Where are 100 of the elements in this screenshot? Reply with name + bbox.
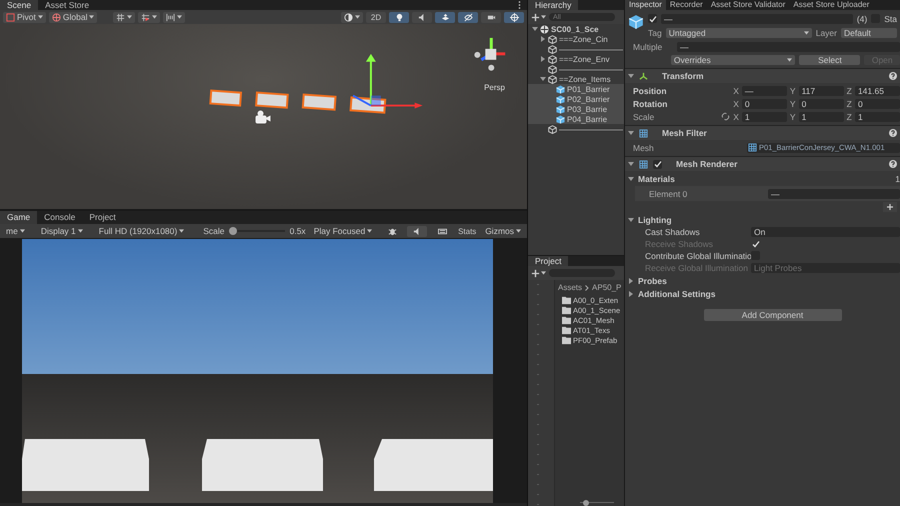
hierarchy-item[interactable]: ===Zone_Cin xyxy=(528,34,624,44)
foldout-arrow-icon[interactable] xyxy=(628,130,634,136)
foldout-arrow-icon[interactable] xyxy=(628,176,634,182)
add-dropdown[interactable] xyxy=(531,268,546,278)
resolution-dropdown[interactable]: Full HD (1920x1080) xyxy=(96,226,198,236)
foldout-arrow-icon[interactable] xyxy=(628,73,634,79)
hierarchy-item[interactable]: ———————— xyxy=(528,124,624,134)
value-field[interactable]: 0 xyxy=(798,98,844,108)
gizmos-toggle[interactable] xyxy=(504,12,524,22)
snap-increment-dropdown[interactable] xyxy=(138,12,160,22)
value-field[interactable]: 1 xyxy=(798,112,844,122)
value-dropdown[interactable]: On xyxy=(751,226,900,236)
lighting-toggle[interactable] xyxy=(389,12,409,22)
axis-gizmo-icon[interactable] xyxy=(474,38,506,71)
value-field[interactable]: 0 xyxy=(854,98,900,108)
global-dropdown[interactable]: Global xyxy=(48,12,98,22)
stats-button[interactable]: Stats xyxy=(457,226,478,236)
foldout-arrow-icon[interactable] xyxy=(628,278,634,284)
plus-icon xyxy=(531,268,540,278)
projection-label[interactable]: Persp xyxy=(484,83,505,92)
game-mode-dropdown[interactable]: me xyxy=(3,226,33,236)
align-dropdown[interactable] xyxy=(163,12,186,22)
value-field[interactable]: 0 xyxy=(742,98,787,108)
hierarchy-item[interactable]: P01_Barrier xyxy=(528,84,624,94)
game-tab[interactable]: Game xyxy=(0,211,38,224)
visibility-toggle[interactable] xyxy=(458,12,478,22)
display-dropdown[interactable]: Display 1 xyxy=(38,226,91,236)
hierarchy-item[interactable]: P03_Barrie xyxy=(528,104,624,114)
add-component-button[interactable]: Add Component xyxy=(704,309,842,321)
icon-size-slider[interactable] xyxy=(580,500,614,506)
2d-toggle[interactable]: 2D xyxy=(366,12,386,22)
breadcrumb-link[interactable]: AP50_P xyxy=(592,283,622,292)
axis-label: Z xyxy=(846,112,852,122)
audio-toggle[interactable] xyxy=(412,12,432,22)
link-icon[interactable] xyxy=(721,112,730,121)
hierarchy-item[interactable]: ———————— xyxy=(528,44,624,54)
shading-mode-dropdown[interactable] xyxy=(341,12,363,22)
scene-tab[interactable]: Asset Store xyxy=(38,0,96,10)
material-field[interactable]: — xyxy=(768,188,900,198)
camera-toggle[interactable] xyxy=(481,12,501,22)
scale-slider[interactable] xyxy=(229,227,285,235)
scene-view[interactable]: Persp xyxy=(0,24,527,209)
layer-dropdown[interactable]: Default xyxy=(840,28,897,38)
inspector-tab[interactable]: Asset Store Uploader xyxy=(789,0,874,10)
game-tab[interactable]: Project xyxy=(82,211,123,224)
selected-barrier[interactable] xyxy=(302,93,337,111)
help-icon[interactable] xyxy=(889,72,897,80)
selected-barrier[interactable] xyxy=(255,92,289,109)
foldout-arrow-icon[interactable] xyxy=(628,161,634,167)
project-tab[interactable]: Project xyxy=(528,256,568,266)
selected-barrier[interactable] xyxy=(209,90,242,107)
value-field[interactable]: — xyxy=(742,86,787,96)
foldout-arrow-icon[interactable] xyxy=(532,26,538,32)
tag-dropdown[interactable]: Untagged xyxy=(666,28,812,38)
camera-icon xyxy=(486,12,496,22)
caret-icon xyxy=(516,229,521,233)
inspector-tab[interactable]: Recorder xyxy=(666,0,707,10)
select-button[interactable]: Select xyxy=(799,54,860,64)
hierarchy-item[interactable]: ==Zone_Items xyxy=(528,74,624,84)
more-icon[interactable] xyxy=(518,1,521,9)
axis-label: X xyxy=(733,86,739,96)
active-checkbox[interactable] xyxy=(648,14,657,23)
help-icon[interactable] xyxy=(889,160,897,168)
add-dropdown[interactable] xyxy=(531,12,546,22)
hierarchy-item[interactable]: ===Zone_Env xyxy=(528,54,624,64)
hierarchy-item[interactable]: SC00_1_Sce xyxy=(528,24,624,34)
name-field[interactable]: — xyxy=(661,14,853,24)
hierarchy-item[interactable]: ———————— xyxy=(528,64,624,74)
value-field[interactable]: 1 xyxy=(854,112,900,122)
gizmos-dropdown[interactable]: Gizmos xyxy=(482,226,524,236)
foldout-arrow-icon[interactable] xyxy=(540,76,546,82)
play-mode-dropdown[interactable]: Play Focused xyxy=(310,226,378,236)
overrides-dropdown[interactable]: Overrides xyxy=(670,54,796,64)
enabled-checkbox[interactable] xyxy=(653,160,662,168)
caret-icon xyxy=(152,15,158,19)
move-gizmo-icon[interactable] xyxy=(352,54,423,109)
inspector-tab[interactable]: Inspector xyxy=(625,0,666,10)
scene-tab[interactable]: Scene xyxy=(0,0,38,10)
value-field[interactable]: 1 xyxy=(742,112,787,122)
foldout-arrow-icon[interactable] xyxy=(540,36,546,42)
help-icon[interactable] xyxy=(889,129,897,137)
hierarchy-item[interactable]: P02_Barrier xyxy=(528,94,624,104)
grid-snap-dropdown[interactable] xyxy=(113,12,136,22)
add-element-button[interactable] xyxy=(883,202,897,212)
pivot-dropdown[interactable]: Pivot xyxy=(3,12,46,22)
game-tab[interactable]: Console xyxy=(37,211,82,224)
multiple-field[interactable]: — xyxy=(677,42,900,52)
foldout-arrow-icon[interactable] xyxy=(628,216,634,222)
caret-icon xyxy=(89,15,94,19)
value-field[interactable]: 141.65 xyxy=(854,86,900,96)
inspector-tab[interactable]: Asset Store Validator xyxy=(706,0,790,10)
audio-toggle[interactable] xyxy=(407,226,428,236)
cube-outline-icon xyxy=(548,64,557,74)
hierarchy-item[interactable]: P04_Barrie xyxy=(528,114,624,124)
breadcrumb-link[interactable]: Assets xyxy=(558,283,582,292)
foldout-arrow-icon[interactable] xyxy=(628,290,634,296)
value-field[interactable]: 117 xyxy=(798,86,844,96)
effects-toggle[interactable] xyxy=(435,12,455,22)
foldout-arrow-icon[interactable] xyxy=(540,56,546,62)
hierarchy-tab[interactable]: Hierarchy xyxy=(528,0,578,10)
